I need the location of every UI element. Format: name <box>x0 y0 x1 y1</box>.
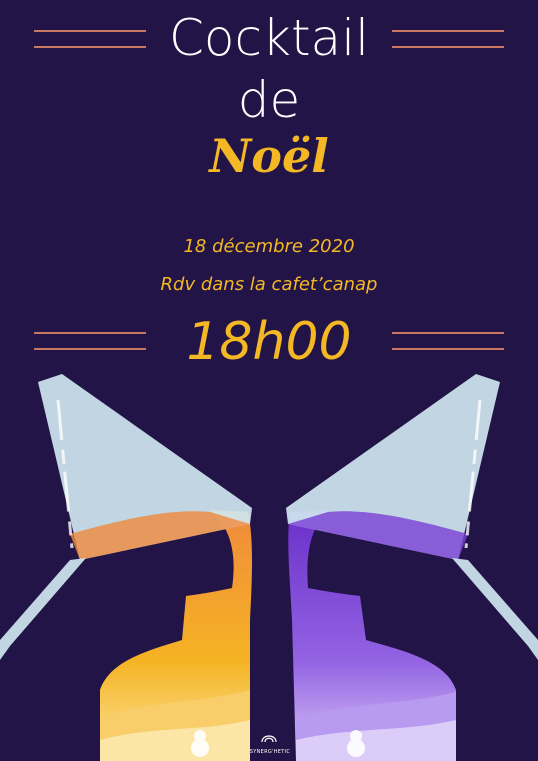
cocktail-illustration <box>0 374 538 761</box>
title-noel: Noël <box>209 129 329 183</box>
title-cocktail: Cocktail <box>169 9 369 67</box>
synergetic-logo-icon <box>261 735 277 743</box>
title-de: de <box>237 71 301 129</box>
poster: Cocktail de Noël 18 décembre 2020 Rdv da… <box>0 0 538 761</box>
event-time: 18h00 <box>186 312 352 372</box>
event-date: 18 décembre 2020 <box>183 236 355 257</box>
logo-text: SYNERG'HETIC <box>249 749 291 755</box>
event-location: Rdv dans la cafet’canap <box>160 274 378 295</box>
